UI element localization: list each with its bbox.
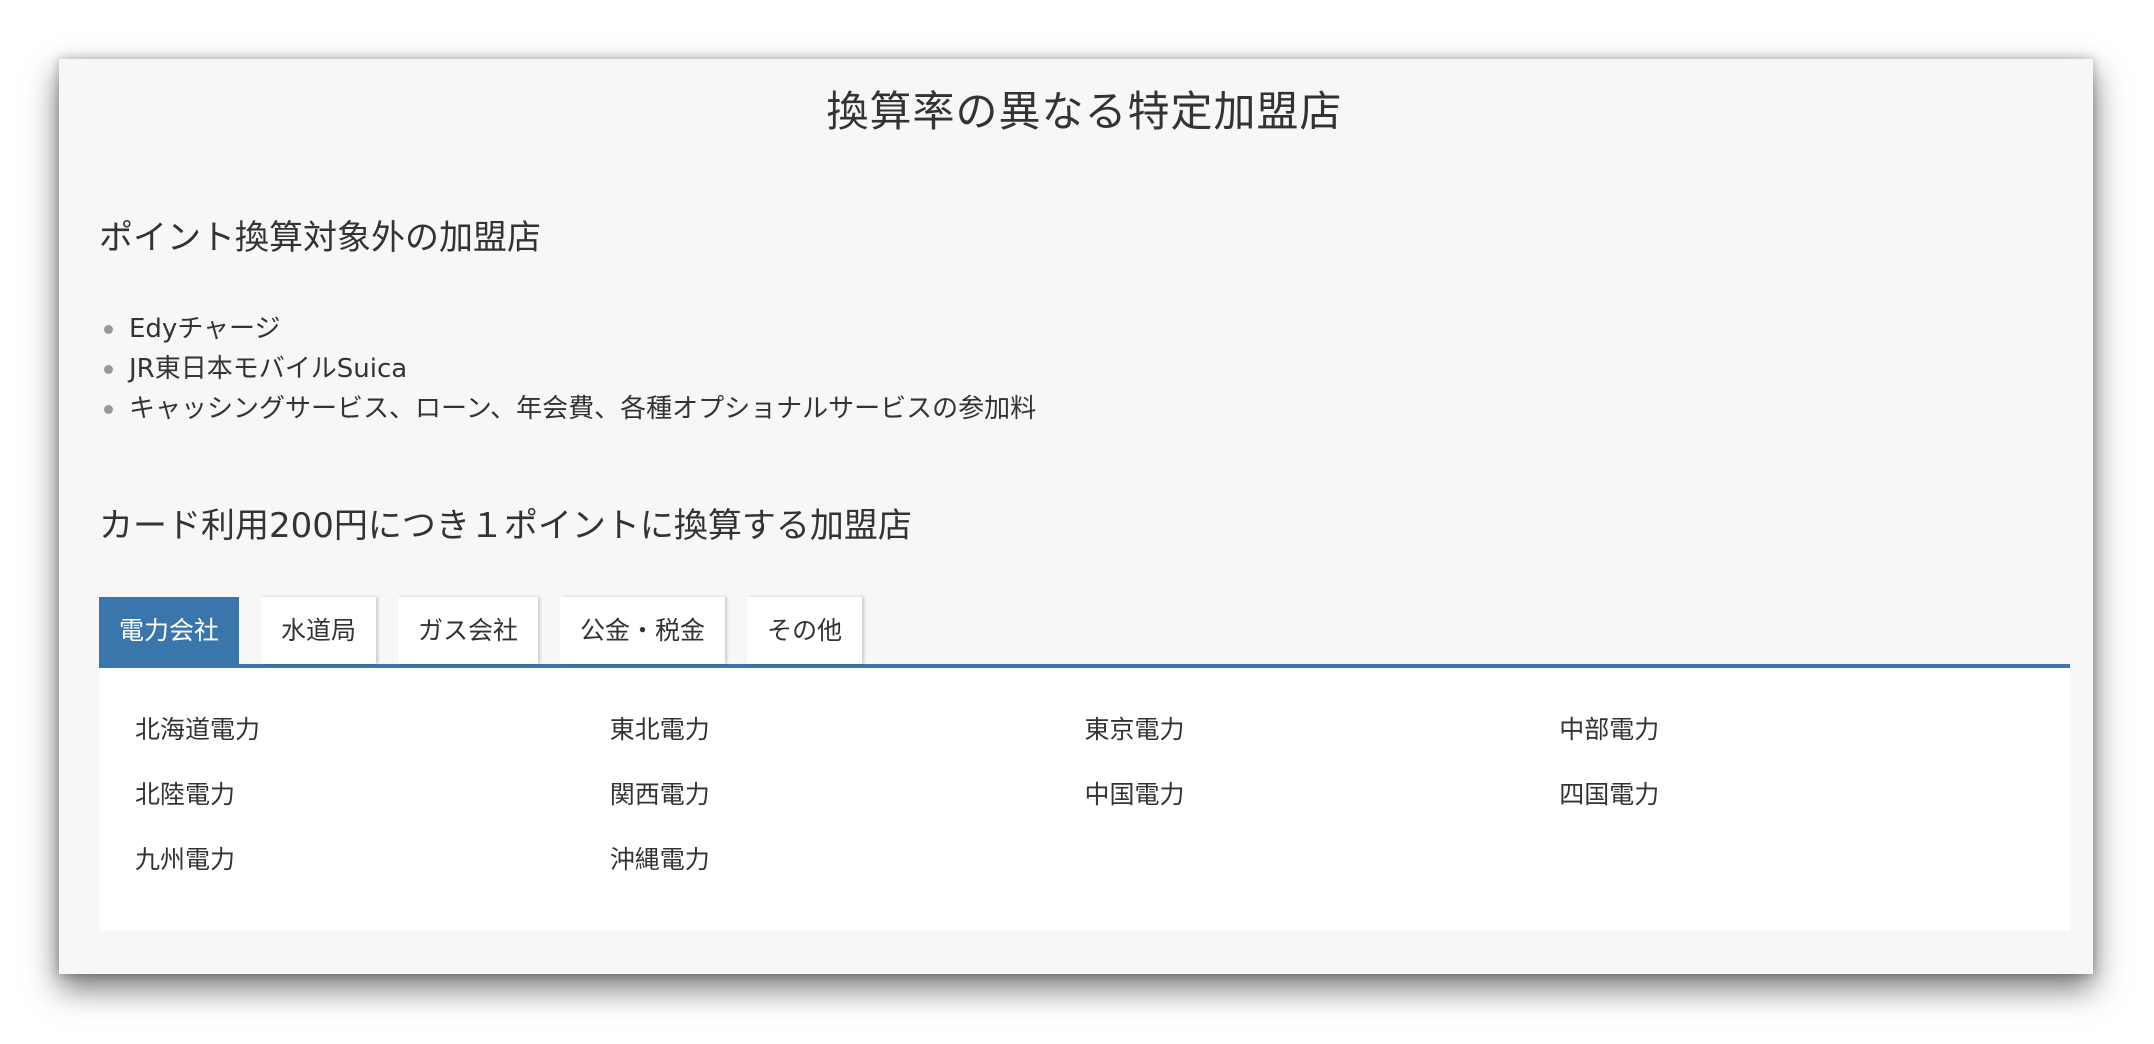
company-item: 中部電力	[1559, 715, 1660, 744]
list-item: Edyチャージ	[99, 309, 2070, 349]
tab-water-bureau[interactable]: 水道局	[261, 597, 377, 664]
company-item: 北陸電力	[135, 780, 236, 809]
company-item: 九州電力	[135, 845, 236, 874]
excluded-merchants-list: Edyチャージ JR東日本モバイルSuica キャッシングサービス、ローン、年会…	[99, 309, 2070, 429]
company-item: 沖縄電力	[609, 845, 710, 874]
company-item: 中国電力	[1084, 780, 1185, 809]
company-item: 北海道電力	[135, 715, 261, 744]
bullet-icon	[104, 325, 113, 334]
list-item-text: キャッシングサービス、ローン、年会費、各種オプショナルサービスの参加料	[129, 394, 1037, 424]
special-rate-merchants-heading: カード利用200円につき１ポイントに換算する加盟店	[99, 506, 912, 546]
company-item: 東京電力	[1084, 715, 1185, 744]
tab-public-taxes[interactable]: 公金・税金	[560, 597, 726, 664]
tab-other[interactable]: その他	[747, 597, 863, 664]
company-item: 関西電力	[609, 780, 710, 809]
browser-window: 換算率の異なる特定加盟店 ポイント換算対象外の加盟店 Edyチャージ JR東日本…	[59, 59, 2093, 974]
company-item: 四国電力	[1559, 780, 1660, 809]
category-tabs: 電力会社 水道局 ガス会社 公金・税金 その他	[99, 597, 2070, 668]
list-item-text: JR東日本モバイルSuica	[129, 354, 408, 384]
list-item: JR東日本モバイルSuica	[99, 349, 2070, 389]
bullet-icon	[104, 365, 113, 374]
company-grid: 北海道電力 東北電力 東京電力 中部電力 北陸電力 関西電力 中国電力 四国電力…	[135, 710, 2034, 905]
list-item: キャッシングサービス、ローン、年会費、各種オプショナルサービスの参加料	[99, 389, 2070, 429]
company-item: 東北電力	[609, 715, 710, 744]
list-item-text: Edyチャージ	[129, 314, 281, 344]
excluded-merchants-heading: ポイント換算対象外の加盟店	[99, 218, 541, 258]
bullet-icon	[104, 405, 113, 414]
page-title: 換算率の異なる特定加盟店	[826, 87, 1343, 136]
tab-gas-company[interactable]: ガス会社	[398, 597, 539, 664]
tab-electric-company[interactable]: 電力会社	[99, 597, 240, 664]
tab-panel-electric-company: 北海道電力 東北電力 東京電力 中部電力 北陸電力 関西電力 中国電力 四国電力…	[99, 668, 2070, 931]
